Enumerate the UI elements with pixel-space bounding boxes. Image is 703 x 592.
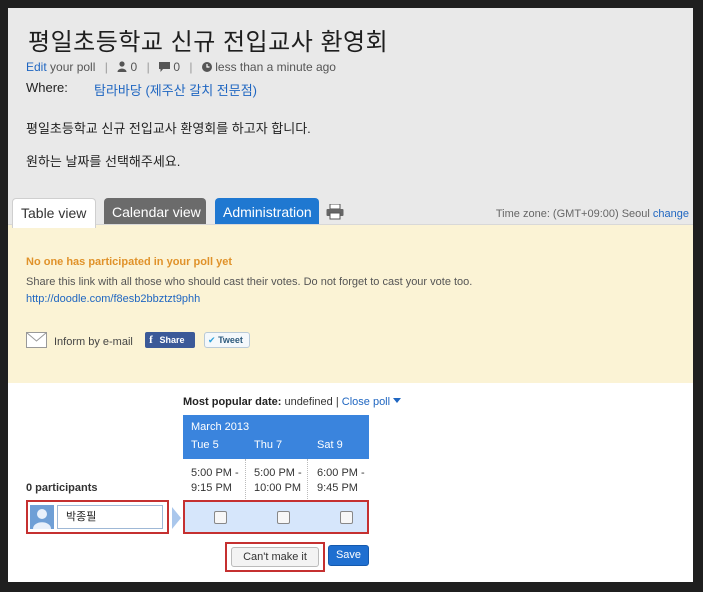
time-end: 10:00 PM [254, 482, 302, 494]
time-start: 5:00 PM - [191, 467, 239, 479]
twitter-tweet-button[interactable]: ✔ Tweet [204, 332, 250, 348]
clock-icon [201, 61, 212, 75]
date-header: March 2013 Tue 5 Thu 7 Sat 9 [183, 415, 369, 459]
vote-checkbox[interactable] [340, 511, 353, 524]
share-link[interactable]: http://doodle.com/f8esb2bbztzt9phh [26, 293, 200, 305]
poll-description-line2: 원하는 날짜를 선택해주세요. [26, 154, 181, 169]
vote-checkbox[interactable] [214, 511, 227, 524]
time-start: 5:00 PM - [254, 467, 302, 479]
tab-administration[interactable]: Administration [215, 198, 319, 226]
cant-make-it-highlight: Can't make it [225, 542, 325, 572]
meta-separator: | [189, 60, 193, 74]
meta-separator: | [146, 60, 150, 74]
person-icon [117, 61, 127, 75]
meta-separator: | [104, 60, 108, 74]
poll-title: 평일초등학교 신규 전입교사 환영회 [28, 29, 389, 56]
row-arrow-icon [172, 507, 181, 529]
facebook-icon: f [149, 334, 153, 346]
most-popular-label: Most popular date: [183, 396, 282, 408]
where-location[interactable]: 탐라바당 (제주산 갈치 전문점) [94, 80, 257, 99]
share-notice-panel: No one has participated in your poll yet… [8, 224, 693, 383]
most-popular-date: Most popular date: undefined | Close pol… [183, 396, 402, 408]
month-label: March 2013 [191, 421, 250, 433]
time-start: 6:00 PM - [317, 467, 365, 479]
timezone-label: Time zone: (GMT+09:00) Seoul [495, 208, 650, 220]
cant-make-it-button[interactable]: Can't make it [231, 547, 319, 567]
time-end: 9:15 PM [191, 482, 232, 494]
close-poll-link[interactable]: Close poll [342, 396, 390, 408]
name-entry-highlight: 박종필 [26, 500, 169, 534]
facebook-share-button[interactable]: f Share [145, 332, 195, 348]
facebook-share-label: Share [159, 335, 185, 345]
edit-poll-link[interactable]: Edit [26, 60, 47, 74]
vote-checkbox[interactable] [277, 511, 290, 524]
comment-icon [159, 61, 171, 75]
tab-calendar-view[interactable]: Calendar view [104, 198, 206, 226]
tweet-label: Tweet [218, 335, 243, 345]
vote-checkbox-row [183, 500, 369, 534]
notice-title: No one has participated in your poll yet [26, 256, 232, 268]
user-avatar-icon [30, 505, 54, 529]
column-day: Sat 9 [317, 439, 343, 451]
column-divider [245, 459, 246, 501]
timezone-info: Time zone: (GMT+09:00) Seoul change [496, 208, 689, 220]
save-button[interactable]: Save [328, 545, 369, 566]
twitter-icon: ✔ [208, 335, 216, 345]
poll-meta: Edit your poll | 0 | 0 | less than a min… [26, 60, 336, 75]
last-updated: less than a minute ago [215, 60, 336, 74]
column-time: 5:00 PM - 10:00 PM [254, 466, 302, 496]
participant-name-input[interactable]: 박종필 [57, 505, 163, 529]
popular-separator: | [335, 396, 339, 408]
column-day: Tue 5 [191, 439, 219, 451]
tab-table-view[interactable]: Table view [12, 198, 96, 228]
column-time: 5:00 PM - 9:15 PM [191, 466, 239, 496]
participant-count: 0 [130, 60, 138, 74]
inform-by-email-link[interactable]: Inform by e-mail [54, 336, 133, 348]
caret-down-icon[interactable] [393, 396, 402, 408]
time-end: 9:45 PM [317, 482, 358, 494]
email-icon[interactable] [26, 332, 47, 353]
poll-description-line1: 평일초등학교 신규 전입교사 환영회를 하고자 합니다. [26, 121, 311, 136]
printer-icon[interactable] [326, 203, 344, 225]
most-popular-value: undefined [284, 396, 333, 408]
column-time: 6:00 PM - 9:45 PM [317, 466, 365, 496]
edit-poll-suffix: your poll [50, 60, 96, 74]
column-day: Thu 7 [254, 439, 283, 451]
column-divider [307, 459, 308, 501]
comment-count: 0 [173, 60, 181, 74]
where-label: Where: [26, 80, 68, 95]
participants-count: 0 participants [26, 482, 98, 494]
timezone-change-link[interactable]: change [653, 208, 689, 220]
notice-text: Share this link with all those who shoul… [26, 276, 473, 288]
poll-page: 평일초등학교 신규 전입교사 환영회 Edit your poll | 0 | … [8, 8, 693, 582]
